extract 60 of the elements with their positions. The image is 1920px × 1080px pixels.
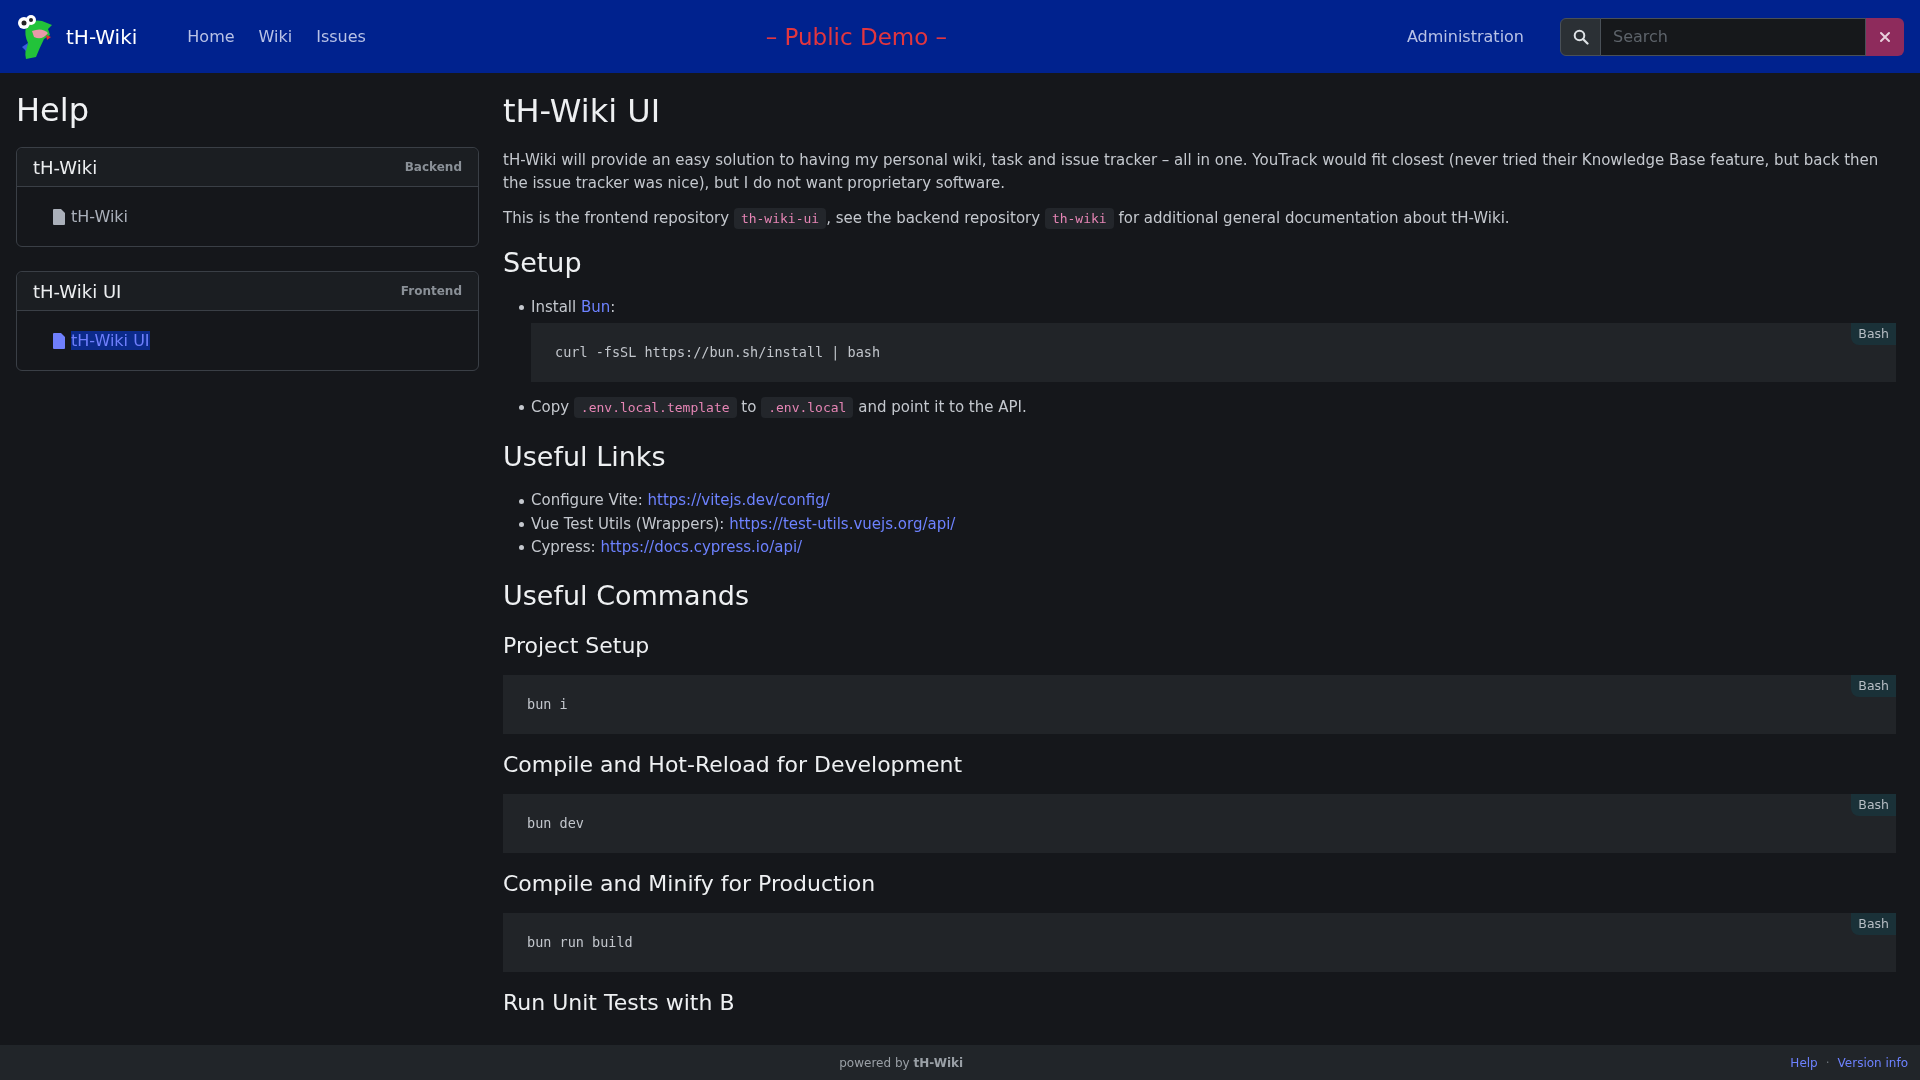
category-label: Frontend: [400, 284, 462, 298]
language-badge: Bash: [1851, 323, 1896, 345]
code-text: bun run build: [527, 934, 633, 951]
sidebar-title: Help: [16, 91, 90, 129]
nav-link[interactable]: Wiki: [258, 27, 293, 46]
paragraph: This is the frontend repository th-wiki-ui , see the backend repository th-wiki for additional general documentation about tH-Wiki.: [503, 207, 1511, 231]
nav-link[interactable]: Home: [187, 27, 235, 46]
bullet-icon: [519, 521, 524, 527]
code-text: curl -fsSL https://bun.sh/install | bash: [555, 344, 881, 361]
inline-code: .env.local: [761, 397, 854, 419]
section-heading: Setup: [503, 246, 583, 281]
separator-dot: ·: [1825, 1055, 1830, 1070]
list-item-text: Configure Vite: https://vitejs.dev/config/: [531, 490, 830, 512]
page-link[interactable]: tH-Wiki UI: [71, 331, 150, 350]
list-item-text: Vue Test Utils (Wrappers): https://test-utils.vuejs.org/api/: [531, 513, 956, 535]
link[interactable]: https://docs.cypress.io/api/: [600, 537, 803, 556]
document-icon: [53, 208, 65, 225]
nav-link[interactable]: Administration: [1406, 27, 1524, 46]
subsection-heading: Compile and Minify for Production: [503, 870, 877, 899]
list-item-text: Copy .env.local.template to .env.local and point it to the API.: [531, 396, 1027, 420]
card-title: tH-Wiki UI: [33, 280, 122, 302]
language-badge: Bash: [1851, 913, 1896, 935]
nav-link[interactable]: Issues: [316, 27, 366, 46]
powered-by-text: powered by tH-Wiki: [839, 1055, 964, 1070]
link[interactable]: https://vitejs.dev/config/: [647, 491, 830, 510]
card-title: tH-Wiki: [33, 156, 98, 178]
category-label: Backend: [404, 160, 462, 174]
search-field[interactable]: Search: [1601, 17, 1866, 56]
banner-text: – Public Demo –: [765, 23, 948, 50]
document-icon: [53, 332, 65, 349]
inline-code: th-wiki-ui: [733, 208, 827, 230]
bullet-icon: [519, 405, 524, 411]
section-heading: Useful Links: [503, 439, 667, 474]
subsection-heading: Run Unit Tests with B: [503, 989, 736, 1018]
subsection-heading: Project Setup: [503, 632, 651, 661]
bullet-icon: [519, 305, 524, 311]
list-item-text: Cypress: https://docs.cypress.io/api/: [531, 536, 803, 558]
list-item-text: Install Bun:: [531, 297, 616, 319]
footer-link[interactable]: Version info: [1837, 1055, 1908, 1070]
code-text: bun dev: [527, 815, 584, 832]
brand-link[interactable]: tH-Wiki: [66, 24, 138, 49]
subsection-heading: Compile and Hot-Reload for Development: [503, 751, 964, 780]
section-heading: Useful Commands: [503, 579, 750, 614]
language-badge: Bash: [1851, 794, 1896, 816]
link[interactable]: https://test-utils.vuejs.org/api/: [729, 514, 956, 533]
inline-code: .env.local.template: [573, 397, 737, 419]
bullet-icon: [519, 498, 524, 504]
clear-button[interactable]: [1866, 17, 1904, 56]
code-text: bun i: [527, 696, 568, 713]
footer-link[interactable]: Help: [1790, 1055, 1818, 1070]
language-badge: Bash: [1851, 675, 1896, 697]
search-icon: [1572, 28, 1589, 45]
close-icon: [1879, 30, 1891, 43]
paragraph: tH-Wiki will provide an easy solution to having my personal wiki, task and issue tracker – all in one. YouTrack would fit closest (never tried their Knowledge Base feature, but back then the issue tracker was nice), but I do not want proprietary software.: [503, 149, 1880, 194]
search-button[interactable]: [1560, 17, 1601, 56]
page-link[interactable]: tH-Wiki: [71, 207, 129, 226]
inline-code: th-wiki: [1044, 208, 1114, 230]
link[interactable]: Bun: [580, 298, 611, 317]
page-title: tH-Wiki UI: [503, 91, 662, 132]
bullet-icon: [519, 545, 524, 551]
